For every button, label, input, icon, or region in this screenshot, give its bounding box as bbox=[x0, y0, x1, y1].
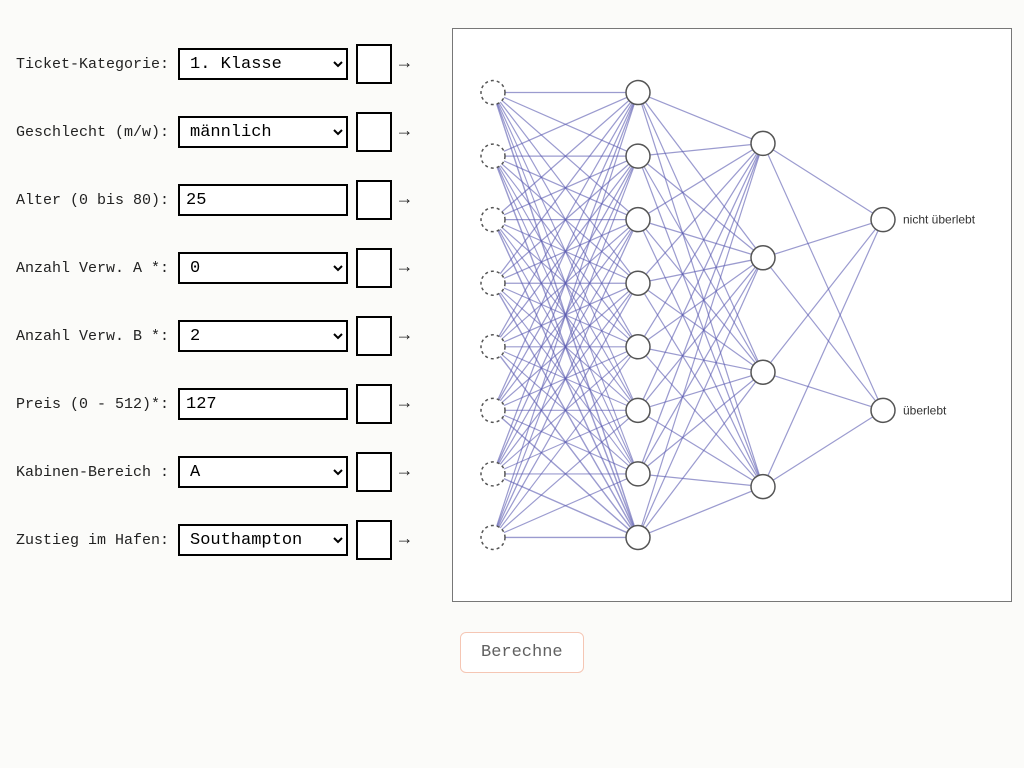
input-node bbox=[481, 81, 505, 105]
normalized-price bbox=[356, 384, 392, 424]
input-node bbox=[481, 525, 505, 549]
field-price[interactable] bbox=[178, 388, 348, 420]
hidden-node bbox=[626, 525, 650, 549]
output-label: nicht überlebt bbox=[903, 213, 976, 227]
arrow-icon: → bbox=[399, 327, 410, 345]
arrow-icon: → bbox=[399, 123, 410, 141]
normalized-verwB bbox=[356, 316, 392, 356]
field-cabin[interactable]: A bbox=[178, 456, 348, 488]
label-verwB: Anzahl Verw. B *: bbox=[16, 328, 178, 345]
output-node bbox=[871, 398, 895, 422]
field-ticket[interactable]: 1. Klasse bbox=[178, 48, 348, 80]
hidden-node bbox=[626, 335, 650, 359]
hidden-node bbox=[626, 208, 650, 232]
hidden-node bbox=[751, 475, 775, 499]
arrow-icon: → bbox=[399, 531, 410, 549]
normalized-verwA bbox=[356, 248, 392, 288]
arrow-icon: → bbox=[399, 259, 410, 277]
field-sex[interactable]: männlich bbox=[178, 116, 348, 148]
arrow-icon: → bbox=[399, 395, 410, 413]
normalized-port bbox=[356, 520, 392, 560]
label-verwA: Anzahl Verw. A *: bbox=[16, 260, 178, 277]
input-row-sex: Geschlecht (m/w):männlich → bbox=[16, 112, 436, 152]
normalized-age bbox=[356, 180, 392, 220]
label-port: Zustieg im Hafen: bbox=[16, 532, 178, 549]
neural-network-diagram: nicht überlebt überlebt bbox=[452, 28, 1012, 602]
normalized-cabin bbox=[356, 452, 392, 492]
input-node bbox=[481, 398, 505, 422]
compute-button[interactable]: Berechne bbox=[460, 632, 584, 673]
input-node bbox=[481, 335, 505, 359]
label-sex: Geschlecht (m/w): bbox=[16, 124, 178, 141]
output-label: überlebt bbox=[903, 403, 947, 417]
hidden-node bbox=[626, 398, 650, 422]
hidden-node bbox=[626, 81, 650, 105]
hidden-node bbox=[751, 131, 775, 155]
input-node bbox=[481, 462, 505, 486]
arrow-icon: → bbox=[399, 55, 410, 73]
input-form: Ticket-Kategorie:1. Klasse→Geschlecht (m… bbox=[16, 44, 436, 588]
hidden-node bbox=[626, 271, 650, 295]
arrow-icon: → bbox=[399, 463, 410, 481]
input-node bbox=[481, 271, 505, 295]
hidden-node bbox=[751, 360, 775, 384]
input-row-port: Zustieg im Hafen:Southampton → bbox=[16, 520, 436, 560]
normalized-sex bbox=[356, 112, 392, 152]
input-row-verwB: Anzahl Verw. B *:2 → bbox=[16, 316, 436, 356]
label-price: Preis (0 - 512)*: bbox=[16, 396, 178, 413]
input-node bbox=[481, 144, 505, 168]
normalized-ticket bbox=[356, 44, 392, 84]
input-row-age: Alter (0 bis 80): → bbox=[16, 180, 436, 220]
input-row-price: Preis (0 - 512)*: → bbox=[16, 384, 436, 424]
label-ticket: Ticket-Kategorie: bbox=[16, 56, 178, 73]
input-row-ticket: Ticket-Kategorie:1. Klasse → bbox=[16, 44, 436, 84]
input-row-verwA: Anzahl Verw. A *:0 → bbox=[16, 248, 436, 288]
arrow-icon: → bbox=[399, 191, 410, 209]
field-age[interactable] bbox=[178, 184, 348, 216]
label-age: Alter (0 bis 80): bbox=[16, 192, 178, 209]
output-node bbox=[871, 208, 895, 232]
field-verwB[interactable]: 2 bbox=[178, 320, 348, 352]
field-verwA[interactable]: 0 bbox=[178, 252, 348, 284]
hidden-node bbox=[751, 246, 775, 270]
hidden-node bbox=[626, 462, 650, 486]
input-node bbox=[481, 208, 505, 232]
hidden-node bbox=[626, 144, 650, 168]
label-cabin: Kabinen-Bereich : bbox=[16, 464, 178, 481]
input-row-cabin: Kabinen-Bereich :A → bbox=[16, 452, 436, 492]
field-port[interactable]: Southampton bbox=[178, 524, 348, 556]
